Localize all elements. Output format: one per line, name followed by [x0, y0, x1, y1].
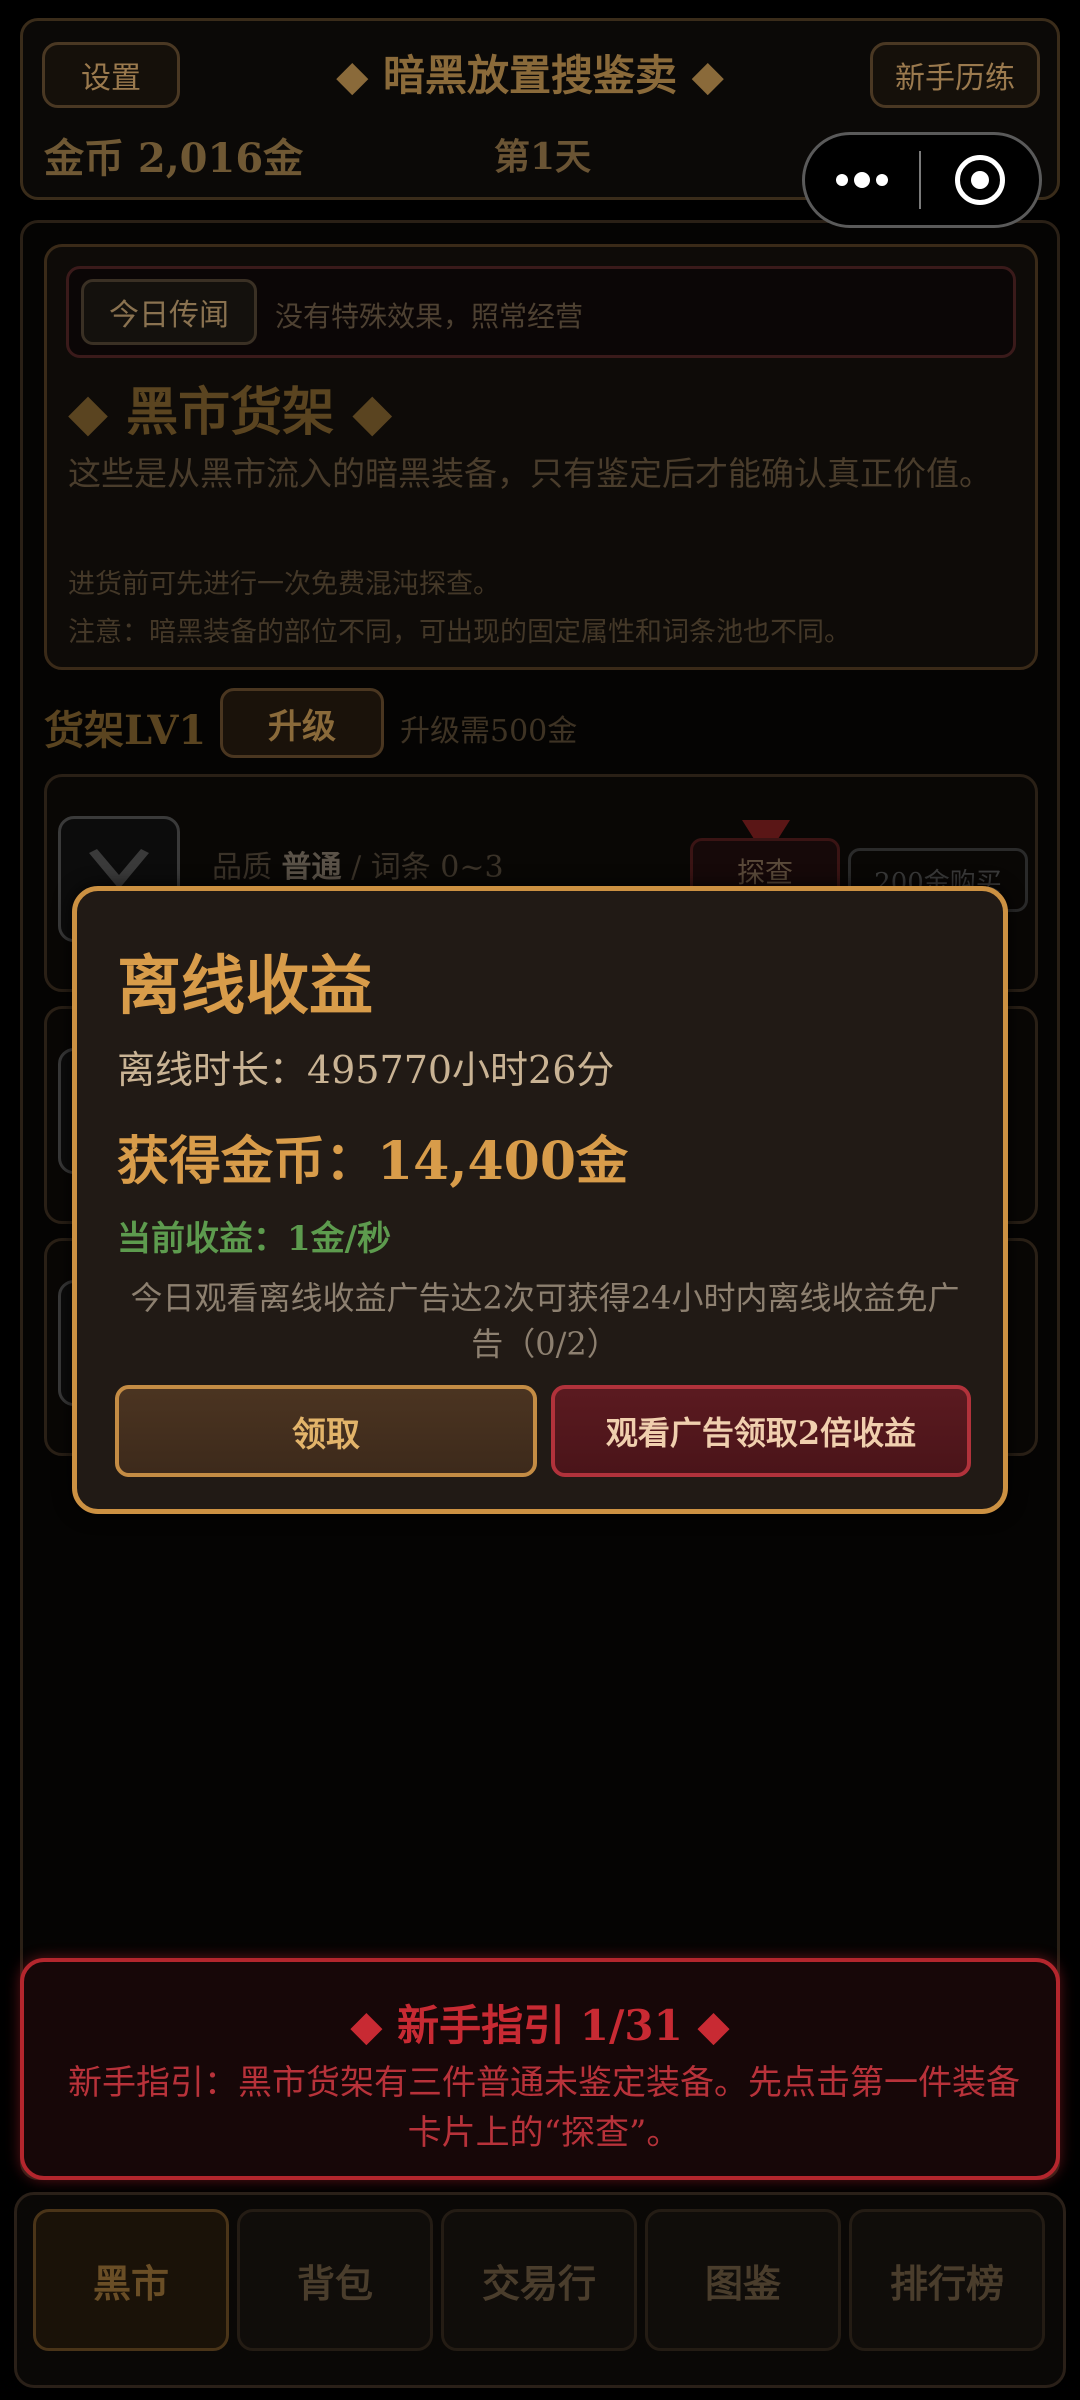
guide-text: 新手指引：黑市货架有三件普通未鉴定装备。先点击第一件装备卡片上的“探查”。	[68, 2063, 1020, 2153]
newbie-guide-panel: ◆ 新手指引 1/31 ◆ 新手指引：黑市货架有三件普通未鉴定装备。先点击第一件…	[20, 1958, 1060, 2180]
ad-free-tip: 今日观看离线收益广告达2次可获得24小时内离线收益免广告（0/2）	[130, 1279, 960, 1363]
shelf-description: 这些是从黑市流入的暗黑装备，只有鉴定后才能确认真正价值。	[68, 454, 992, 493]
daily-rumor-text: 没有特殊效果，照常经营	[275, 300, 584, 333]
daily-rumor-bar: 今日传闻 没有特殊效果，照常经营	[66, 266, 1016, 358]
upgrade-button[interactable]: 升级	[220, 688, 384, 758]
equipment-quality: 品质 普通 / 词条 0~3	[212, 850, 504, 885]
guide-title: ◆ 新手指引 1/31 ◆	[350, 2001, 730, 2050]
more-dots-icon[interactable]	[805, 172, 919, 188]
offline-earnings-dialog: 离线收益 离线时长：495770小时26分 获得金币：14,400金 当前收益：…	[72, 886, 1008, 1514]
shelf-level: 货架LV1	[44, 707, 207, 754]
tab-black-market[interactable]: 黑市	[33, 2209, 229, 2351]
tab-leaderboard[interactable]: 排行榜	[849, 2209, 1045, 2351]
current-income-rate: 当前收益：1金/秒	[117, 1219, 392, 1259]
bottom-tab-bar: 黑市 背包 交易行 图鉴 排行榜	[14, 2192, 1066, 2388]
game-title: ◆ 暗黑放置搜鉴卖 ◆	[336, 51, 724, 100]
shelf-note-probe: 进货前可先进行一次免费混沌探查。	[68, 569, 500, 600]
gold-counter: 金币 2,016金	[44, 135, 304, 182]
daily-rumor-tag: 今日传闻	[81, 279, 257, 345]
shelf-note-slots: 注意：暗黑装备的部位不同，可出现的固定属性和词条池也不同。	[68, 617, 851, 648]
newbie-training-button[interactable]: 新手历练	[870, 42, 1040, 108]
tab-trading-house[interactable]: 交易行	[441, 2209, 637, 2351]
day-counter: 第1天	[494, 136, 592, 178]
target-circle-icon[interactable]	[921, 155, 1039, 205]
gold-earned: 获得金币：14,400金	[117, 1131, 629, 1192]
settings-button[interactable]: 设置	[42, 42, 180, 108]
watch-ad-double-button[interactable]: 观看广告领取2倍收益	[551, 1385, 971, 1477]
miniprogram-capsule	[802, 132, 1042, 228]
shelf-title: ◆ 黑市货架 ◆	[68, 382, 393, 443]
tab-backpack[interactable]: 背包	[237, 2209, 433, 2351]
upgrade-cost: 升级需500金	[400, 714, 578, 749]
dialog-title: 离线收益	[117, 949, 373, 1024]
tab-codex[interactable]: 图鉴	[645, 2209, 841, 2351]
claim-button[interactable]: 领取	[115, 1385, 537, 1477]
offline-duration: 离线时长：495770小时26分	[117, 1048, 615, 1092]
